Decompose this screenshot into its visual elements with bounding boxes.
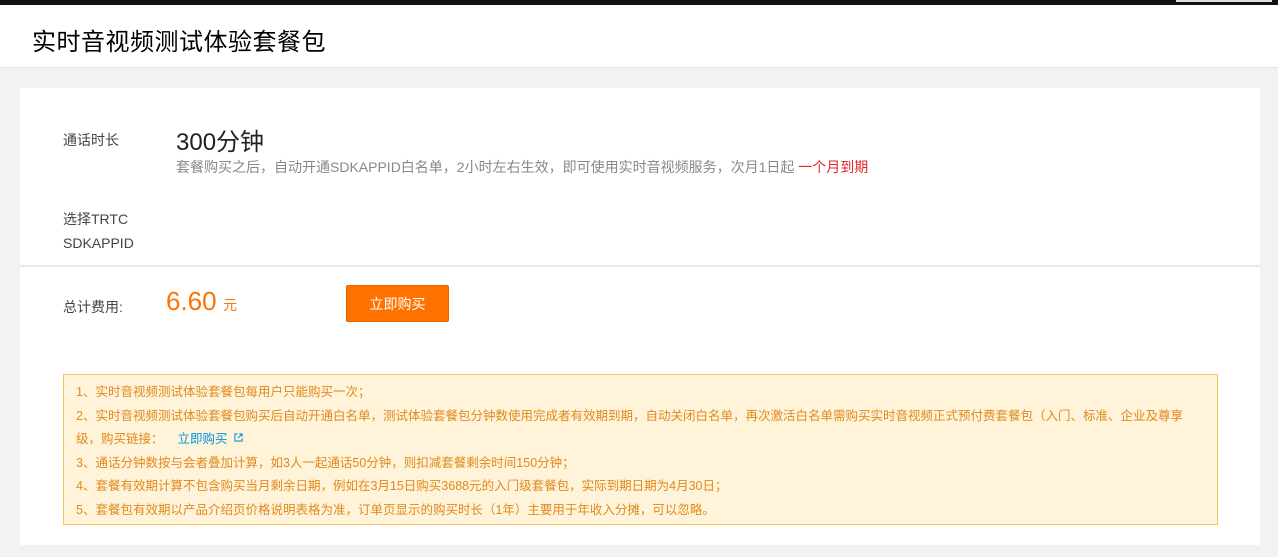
- notice-item-3: 3、通话分钟数按与会者叠加计算，如3人一起通话50分钟，则扣减套餐剩余时间150…: [76, 455, 575, 470]
- duration-description: 套餐购买之后，自动开通SDKAPPID白名单，2小时左右生效，即可使用实时音视频…: [176, 157, 868, 177]
- notice-buy-link-label: 立即购买: [177, 432, 228, 446]
- notice-item-2: 2、实时音视频测试体验套餐包购买后自动开通白名单，测试体验套餐包分钟数使用完成者…: [76, 405, 1205, 452]
- notice-box: 1、实时音视频测试体验套餐包每用户只能购买一次； 2、实时音视频测试体验套餐包购…: [63, 374, 1218, 525]
- sdkappid-label-line2: SDKAPPID: [63, 235, 134, 251]
- top-tab-indicator: [1176, 0, 1272, 2]
- package-info-section: 通话时长 300分钟 套餐购买之后，自动开通SDKAPPID白名单，2小时左右生…: [20, 88, 1260, 267]
- notice-item-1: 1、实时音视频测试体验套餐包每用户只能购买一次；: [76, 385, 371, 399]
- notice-buy-link[interactable]: 立即购买: [178, 432, 243, 446]
- notice-item-5: 5、套餐包有效期以产品介绍页价格说明表格为准，订单页显示的购买时长（1年）主要用…: [76, 502, 715, 517]
- duration-value: 300分钟: [176, 129, 265, 156]
- total-price: 6.60: [166, 286, 217, 316]
- notice-item-4: 4、套餐有效期计算不包含购买当月剩余日期，例如在3月15日购买3688元的入门级…: [76, 479, 728, 493]
- page-header: 实时音视频测试体验套餐包: [0, 5, 1278, 68]
- duration-label: 通话时长: [63, 132, 119, 148]
- page-title: 实时音视频测试体验套餐包: [32, 29, 326, 56]
- total-cost-label: 总计费用:: [63, 299, 123, 315]
- duration-description-text: 套餐购买之后，自动开通SDKAPPID白名单，2小时左右生效，即可使用实时音视频…: [176, 159, 795, 175]
- buy-now-button[interactable]: 立即购买: [346, 285, 449, 322]
- purchase-card: 通话时长 300分钟 套餐购买之后，自动开通SDKAPPID白名单，2小时左右生…: [20, 88, 1260, 545]
- duration-description-highlight: 一个月到期: [798, 159, 869, 175]
- external-link-icon: [233, 433, 243, 442]
- sdkappid-label-line1: 选择TRTC: [63, 211, 129, 227]
- price-currency: 元: [223, 297, 237, 313]
